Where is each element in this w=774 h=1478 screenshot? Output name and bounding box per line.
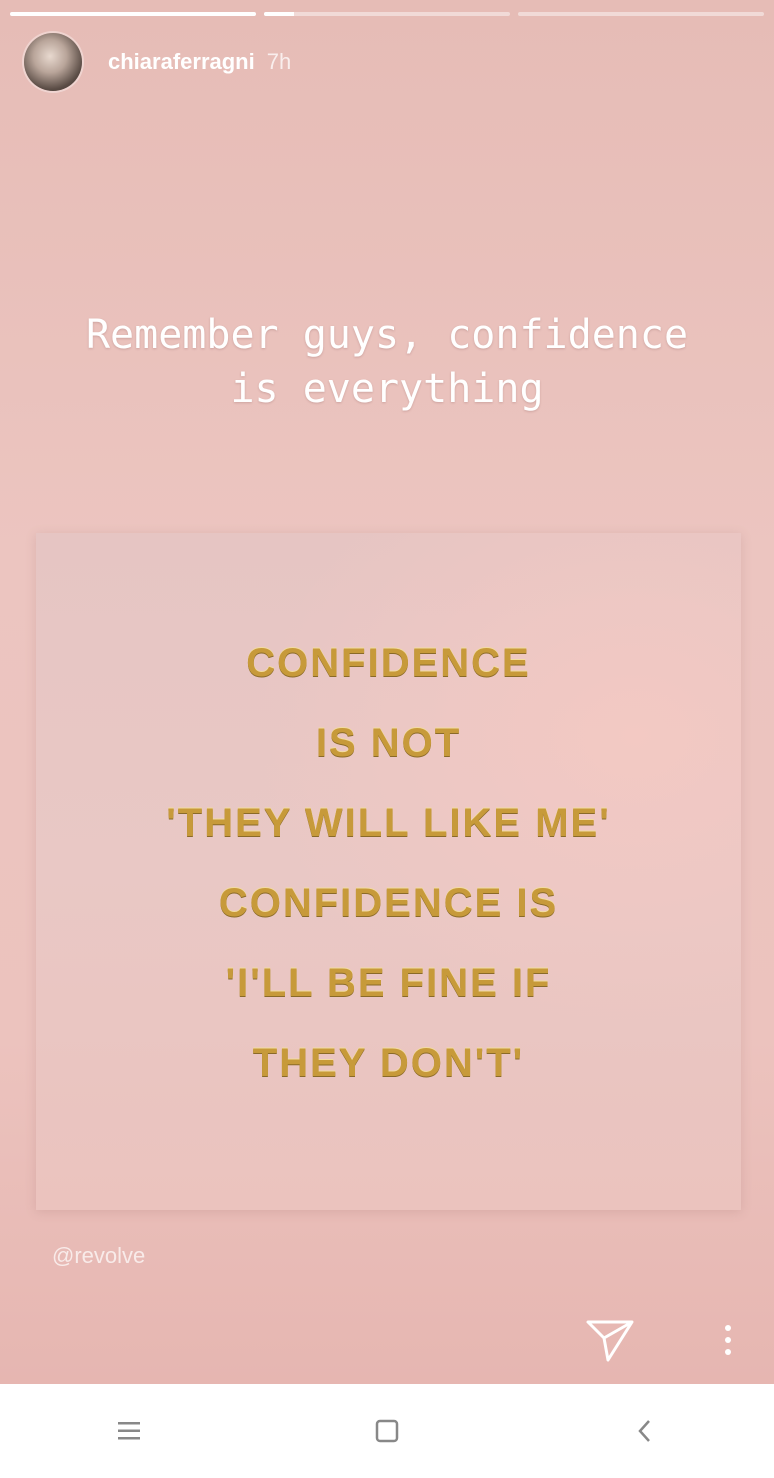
quote-line: CONFIDENCE — [246, 641, 531, 685]
mention-tag[interactable]: @revolve — [52, 1243, 145, 1269]
quote-line: 'I'LL BE FINE IF — [225, 961, 552, 1005]
story-caption: Remember guys, confidence is everything — [0, 308, 774, 416]
story-view[interactable]: chiaraferragni 7h Remember guys, confide… — [0, 0, 774, 1384]
home-icon[interactable] — [357, 1401, 417, 1461]
caption-line: Remember guys, confidence — [85, 312, 689, 358]
android-nav-bar — [0, 1384, 774, 1478]
caption-line: is everything — [230, 366, 544, 412]
quote-line: IS NOT — [315, 721, 462, 765]
story-header: chiaraferragni 7h — [24, 32, 291, 92]
quote-text: CONFIDENCE IS NOT 'THEY WILL LIKE ME' CO… — [36, 623, 741, 1103]
quote-image: CONFIDENCE IS NOT 'THEY WILL LIKE ME' CO… — [36, 533, 741, 1210]
username[interactable]: chiaraferragni — [108, 49, 255, 75]
recent-apps-icon[interactable] — [99, 1401, 159, 1461]
quote-line: THEY DON'T' — [252, 1041, 525, 1085]
story-progress — [10, 12, 764, 17]
back-icon[interactable] — [615, 1401, 675, 1461]
avatar[interactable] — [24, 33, 82, 91]
timestamp: 7h — [266, 49, 292, 74]
quote-line: 'THEY WILL LIKE ME' — [166, 801, 611, 845]
progress-segment — [518, 12, 764, 16]
progress-segment — [264, 12, 510, 16]
more-vertical-icon[interactable] — [718, 1320, 738, 1360]
quote-line: CONFIDENCE IS — [218, 881, 559, 925]
paper-plane-icon[interactable] — [584, 1316, 636, 1364]
progress-segment — [10, 12, 256, 16]
progress-fill — [10, 12, 256, 16]
progress-fill — [264, 12, 294, 16]
